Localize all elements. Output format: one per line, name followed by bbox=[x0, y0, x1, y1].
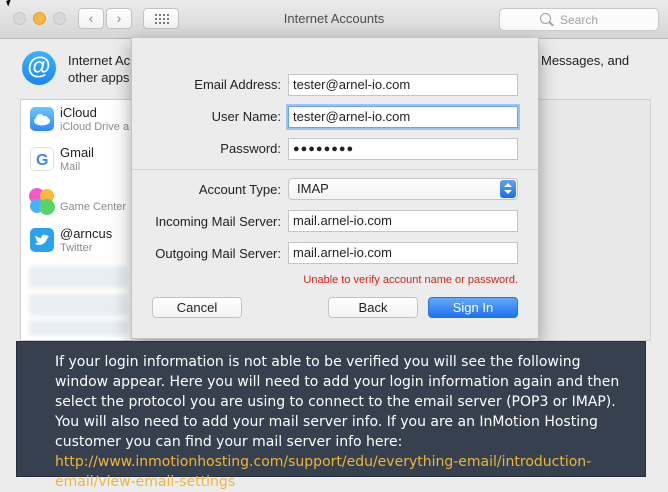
internet-accounts-window: ‹ › Internet Accounts Search @ Internet … bbox=[0, 0, 668, 490]
instruction-text: If your login information is not able to… bbox=[55, 354, 620, 450]
twitter-icon bbox=[30, 228, 54, 252]
email-settings-link[interactable]: http://www.inmotionhosting.com/support/e… bbox=[55, 454, 591, 490]
instruction-banner: If your login information is not able to… bbox=[16, 341, 646, 490]
email-field[interactable]: tester@arnel-io.com bbox=[288, 74, 518, 96]
blurred-account-item bbox=[29, 266, 127, 288]
password-field[interactable]: ●●●●●●●● bbox=[288, 138, 518, 160]
search-field[interactable]: Search bbox=[499, 8, 659, 31]
blurred-account-item bbox=[29, 294, 127, 316]
cancel-button[interactable]: Cancel bbox=[152, 297, 242, 318]
account-name: Gmail bbox=[60, 145, 94, 160]
account-subtitle: Twitter bbox=[60, 242, 93, 254]
account-name: @arncus bbox=[60, 226, 113, 241]
account-subtitle: Mail bbox=[60, 161, 81, 173]
back-button[interactable]: Back bbox=[328, 297, 418, 318]
account-type-label: Account Type: bbox=[198, 182, 281, 197]
account-type-select[interactable]: IMAP bbox=[288, 178, 518, 200]
username-label: User Name: bbox=[211, 109, 281, 124]
password-label: Password: bbox=[220, 141, 281, 156]
game-center-icon bbox=[27, 186, 57, 216]
account-name: iCloud bbox=[60, 105, 97, 120]
username-field[interactable]: tester@arnel-io.com bbox=[288, 106, 518, 128]
search-icon bbox=[540, 13, 551, 24]
svg-text:G: G bbox=[36, 152, 48, 169]
outgoing-server-field[interactable]: mail.arnel-io.com bbox=[288, 242, 518, 264]
accounts-list: iCloud iCloud Drive a G Gmail Mail Game … bbox=[20, 99, 133, 341]
description-text: Internet Ac bbox=[68, 53, 131, 68]
divider bbox=[132, 169, 538, 170]
description-text-right: Messages, and bbox=[541, 53, 630, 68]
email-label: Email Address: bbox=[194, 77, 281, 92]
account-type-value: IMAP bbox=[297, 181, 329, 196]
add-account-sheet: Email Address: tester@arnel-io.com User … bbox=[131, 38, 539, 339]
google-icon: G bbox=[30, 147, 54, 171]
sign-in-button[interactable]: Sign In bbox=[428, 297, 518, 318]
internet-accounts-icon: @ bbox=[22, 51, 56, 85]
incoming-server-label: Incoming Mail Server: bbox=[155, 214, 281, 229]
account-subtitle: Game Center bbox=[60, 201, 127, 213]
title-bar: ‹ › Internet Accounts Search bbox=[0, 0, 668, 39]
incoming-server-field[interactable]: mail.arnel-io.com bbox=[288, 210, 518, 232]
icloud-icon bbox=[30, 107, 54, 131]
search-placeholder: Search bbox=[560, 13, 599, 27]
outgoing-server-label: Outgoing Mail Server: bbox=[155, 246, 281, 261]
blurred-account-item bbox=[29, 320, 127, 336]
account-subtitle: iCloud Drive a bbox=[60, 121, 130, 133]
account-details-pane bbox=[538, 99, 651, 341]
description-text-line2: other apps bbox=[68, 70, 130, 85]
popup-arrows-icon bbox=[500, 180, 516, 198]
error-message: Unable to verify account name or passwor… bbox=[303, 274, 518, 286]
